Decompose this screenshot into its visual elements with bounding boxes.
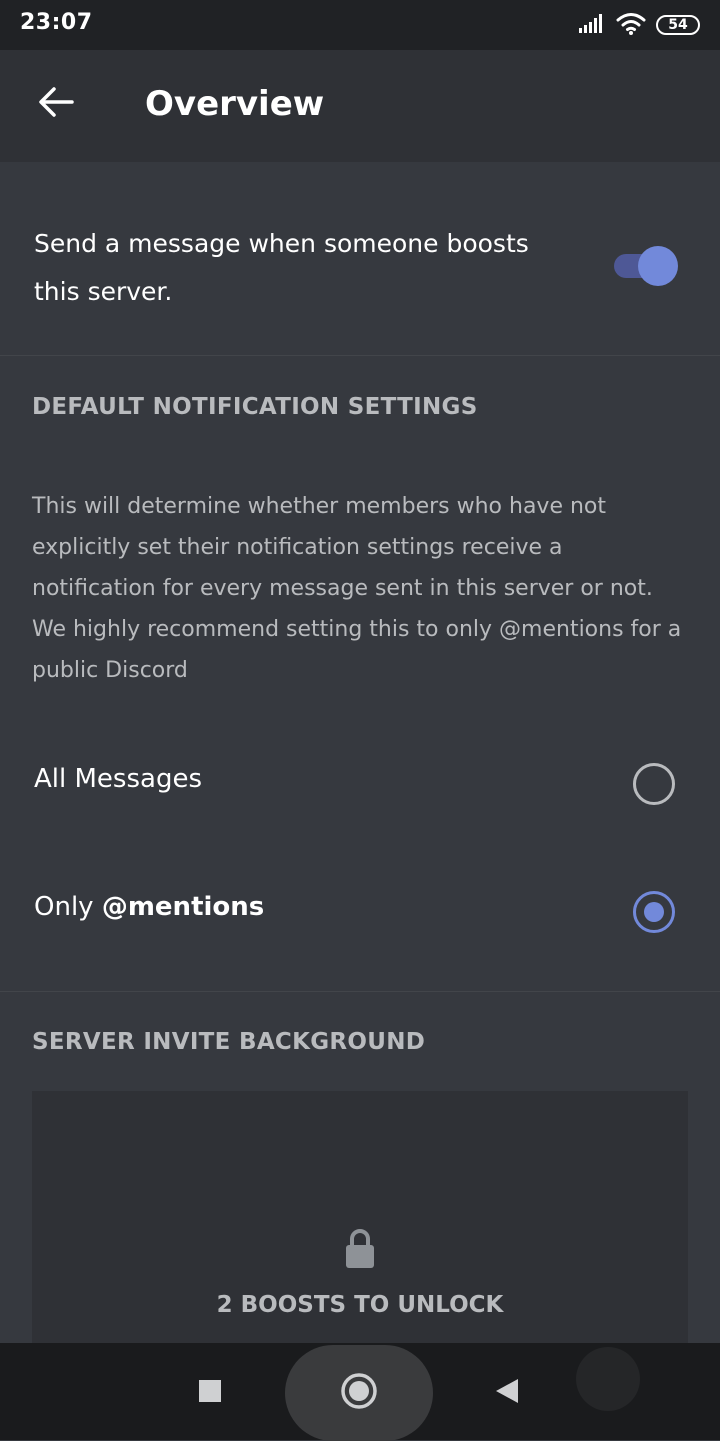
arrow-left-icon	[38, 86, 74, 122]
toggle-thumb	[638, 246, 678, 286]
status-icons: 54	[578, 12, 700, 38]
floating-button[interactable]	[576, 1347, 640, 1411]
recents-square-icon[interactable]	[190, 1371, 230, 1411]
page-title: Overview	[145, 84, 325, 124]
section-divider	[0, 991, 720, 992]
battery-level: 54	[668, 17, 688, 33]
notification-settings-header: DEFAULT NOTIFICATION SETTINGS	[32, 394, 478, 420]
radio-row-only-mentions[interactable]: Only @mentions	[0, 848, 720, 976]
status-bar: 23:07 54	[0, 0, 720, 50]
lock-icon	[344, 1228, 376, 1270]
boost-message-label: Send a message when someone boosts this …	[34, 229, 529, 306]
boost-message-toggle[interactable]	[614, 246, 680, 286]
invite-background-header: SERVER INVITE BACKGROUND	[32, 1029, 426, 1055]
system-nav-bar	[0, 1343, 720, 1441]
app-bar: Overview	[0, 50, 720, 162]
battery-icon: 54	[656, 15, 700, 35]
home-circle-icon[interactable]	[338, 1370, 380, 1412]
radio-label-only-mentions: Only @mentions	[34, 892, 265, 922]
back-triangle-icon[interactable]	[490, 1373, 524, 1409]
radio-label-all-messages: All Messages	[34, 764, 202, 794]
radio-selected-dot	[644, 902, 664, 922]
boost-message-row[interactable]: Send a message when someone boosts this …	[0, 162, 720, 356]
radio-button-only-mentions[interactable]	[633, 891, 675, 933]
status-time: 23:07	[20, 10, 93, 35]
wifi-icon	[616, 11, 646, 39]
signal-icon	[578, 12, 606, 38]
back-button[interactable]	[28, 76, 84, 132]
radio-row-all-messages[interactable]: All Messages	[0, 720, 720, 848]
boosts-to-unlock-text: 2 BOOSTS TO UNLOCK	[216, 1292, 504, 1318]
radio-button-all-messages[interactable]	[633, 763, 675, 805]
notification-settings-description: This will determine whether members who …	[32, 494, 682, 683]
